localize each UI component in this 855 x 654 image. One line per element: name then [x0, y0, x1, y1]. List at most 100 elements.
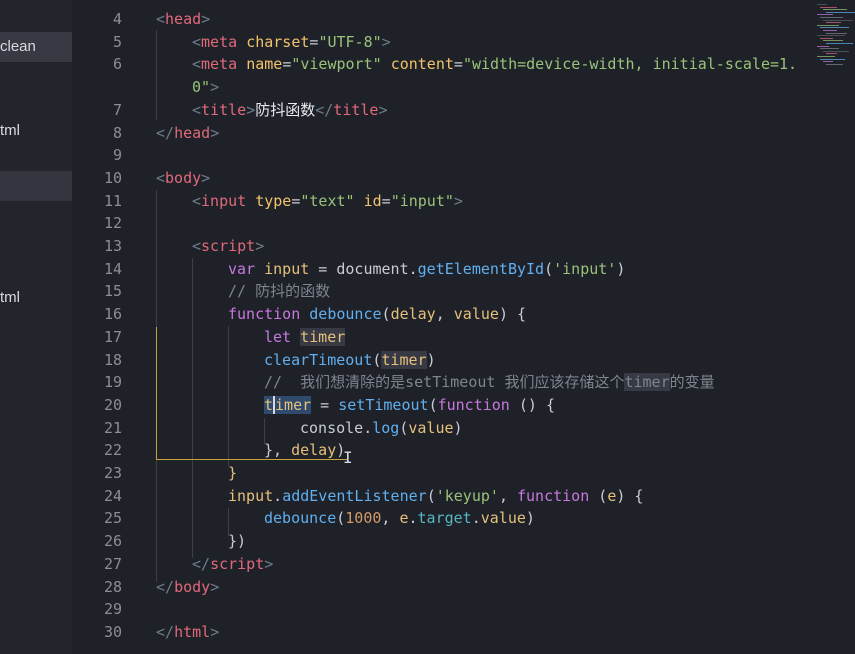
- sidebar-file-label: tml: [0, 122, 20, 139]
- code-token: // 防抖的函数: [228, 282, 331, 301]
- code-token: meta: [201, 55, 238, 74]
- minimap-line: [817, 24, 839, 26]
- code-token: 'keyup': [435, 486, 499, 505]
- line-number: 22: [103, 441, 122, 460]
- code-line[interactable]: 28 </body>: [72, 576, 812, 599]
- minimap-line: [823, 9, 847, 11]
- code-line[interactable]: 10 <body>: [72, 167, 812, 190]
- code-token: html: [174, 622, 211, 641]
- line-number: 26: [103, 532, 122, 551]
- code-line[interactable]: 24 input.addEventListener('keyup', functi…: [72, 485, 812, 508]
- minimap-line: [823, 61, 833, 63]
- code-token: .: [408, 509, 418, 528]
- code-line[interactable]: 30 </html>: [72, 621, 812, 644]
- code-token: <: [156, 168, 166, 187]
- code-text: <meta name="viewport" content="width=dev…: [192, 53, 797, 76]
- code-line[interactable]: 4 <head>: [72, 8, 812, 31]
- code-token: document.: [336, 259, 418, 278]
- code-line[interactable]: 5 <meta charset="UTF-8">: [72, 31, 812, 54]
- code-token: ): [426, 350, 436, 369]
- minimap-line: [823, 30, 837, 31]
- sidebar-file-item[interactable]: tml: [0, 116, 72, 146]
- code-text: <input type="text" id="input">: [192, 190, 463, 213]
- code-line[interactable]: 9: [72, 144, 812, 167]
- code-line[interactable]: 26}): [72, 530, 812, 553]
- code-text: }: [228, 462, 237, 485]
- code-token: >: [255, 237, 265, 255]
- code-token: >: [210, 123, 220, 142]
- code-token: target: [417, 509, 472, 528]
- code-line[interactable]: 8 </head>: [72, 122, 812, 145]
- code-token: script: [210, 554, 265, 573]
- code-token: "input": [390, 191, 454, 210]
- code-line[interactable]: 12: [72, 212, 812, 235]
- minimap[interactable]: [813, 0, 855, 70]
- code-line[interactable]: 25 debounce(1000, e.target.value): [72, 507, 812, 530]
- code-token: type: [255, 191, 292, 210]
- code-token: .: [471, 509, 481, 528]
- line-number: 7: [112, 100, 122, 119]
- code-line[interactable]: 6 <meta name="viewport" content="width=de…: [72, 53, 812, 76]
- code-line[interactable]: 13 <script>: [72, 235, 812, 258]
- line-number: 8: [112, 123, 122, 142]
- line-number: 4: [112, 10, 122, 28]
- minimap-line: [817, 4, 827, 5]
- sidebar-file-item[interactable]: tml: [0, 283, 72, 313]
- code-token: (: [336, 509, 346, 528]
- code-token: <: [192, 55, 202, 74]
- code-token: function: [228, 305, 301, 324]
- code-token: <: [192, 32, 202, 51]
- code-token: "UTF-8": [318, 32, 382, 51]
- sidebar-file-item[interactable]: clean: [0, 32, 72, 62]
- code-token: =: [381, 191, 391, 210]
- sidebar-file-item[interactable]: [0, 171, 72, 201]
- code-token: var: [228, 259, 256, 278]
- code-line[interactable]: 11 <input type="text" id="input">: [72, 190, 812, 213]
- code-line[interactable]: 7 <title>防抖函数</title>: [72, 99, 812, 122]
- code-line[interactable]: 29: [72, 598, 812, 621]
- file-explorer-sidebar: clean tml tml: [0, 0, 72, 654]
- code-text: <script>: [192, 235, 264, 258]
- code-token: ): [616, 259, 626, 278]
- code-line[interactable]: 14 var input = document.getElementById('i…: [72, 258, 812, 281]
- line-number: 27: [103, 554, 122, 573]
- code-token: >: [378, 100, 388, 119]
- code-token: >: [264, 554, 274, 573]
- code-line[interactable]: 0">: [72, 76, 812, 99]
- code-token: }): [228, 532, 247, 551]
- code-text: function debounce(delay, value) {: [228, 303, 526, 326]
- code-token: body: [174, 577, 211, 596]
- code-text: <meta charset="UTF-8">: [192, 31, 391, 54]
- code-token: addEventListener: [282, 486, 427, 505]
- line-number: 29: [103, 600, 122, 619]
- code-token: script: [201, 237, 256, 255]
- code-token: ) {: [498, 305, 527, 324]
- code-token: e: [399, 509, 409, 528]
- code-token: "width=device-width, initial-scale=1.: [462, 55, 798, 74]
- code-token: <: [192, 237, 202, 255]
- code-token: <: [192, 191, 202, 210]
- code-token: ,: [498, 486, 517, 505]
- code-token: 1000: [345, 509, 382, 528]
- code-line[interactable]: 16 function debounce(delay, value) {: [72, 303, 812, 326]
- code-line[interactable]: 27 </script>: [72, 553, 812, 576]
- code-token: debounce: [309, 305, 382, 324]
- minimap-line: [820, 6, 837, 8]
- code-token: head: [165, 10, 202, 28]
- code-text: input.addEventListener('keyup', function…: [228, 485, 643, 508]
- minimap-line: [820, 37, 833, 39]
- minimap-line: [826, 22, 841, 24]
- code-token: input: [264, 259, 310, 278]
- line-number: 11: [103, 191, 122, 210]
- code-line[interactable]: 23}: [72, 462, 812, 485]
- code-token: head: [174, 123, 211, 142]
- line-number: 16: [103, 305, 122, 324]
- code-line[interactable]: 15 // 防抖的函数: [72, 280, 812, 303]
- indent-guide: [156, 30, 157, 120]
- code-text: </html>: [156, 621, 219, 644]
- code-token: content: [390, 55, 454, 74]
